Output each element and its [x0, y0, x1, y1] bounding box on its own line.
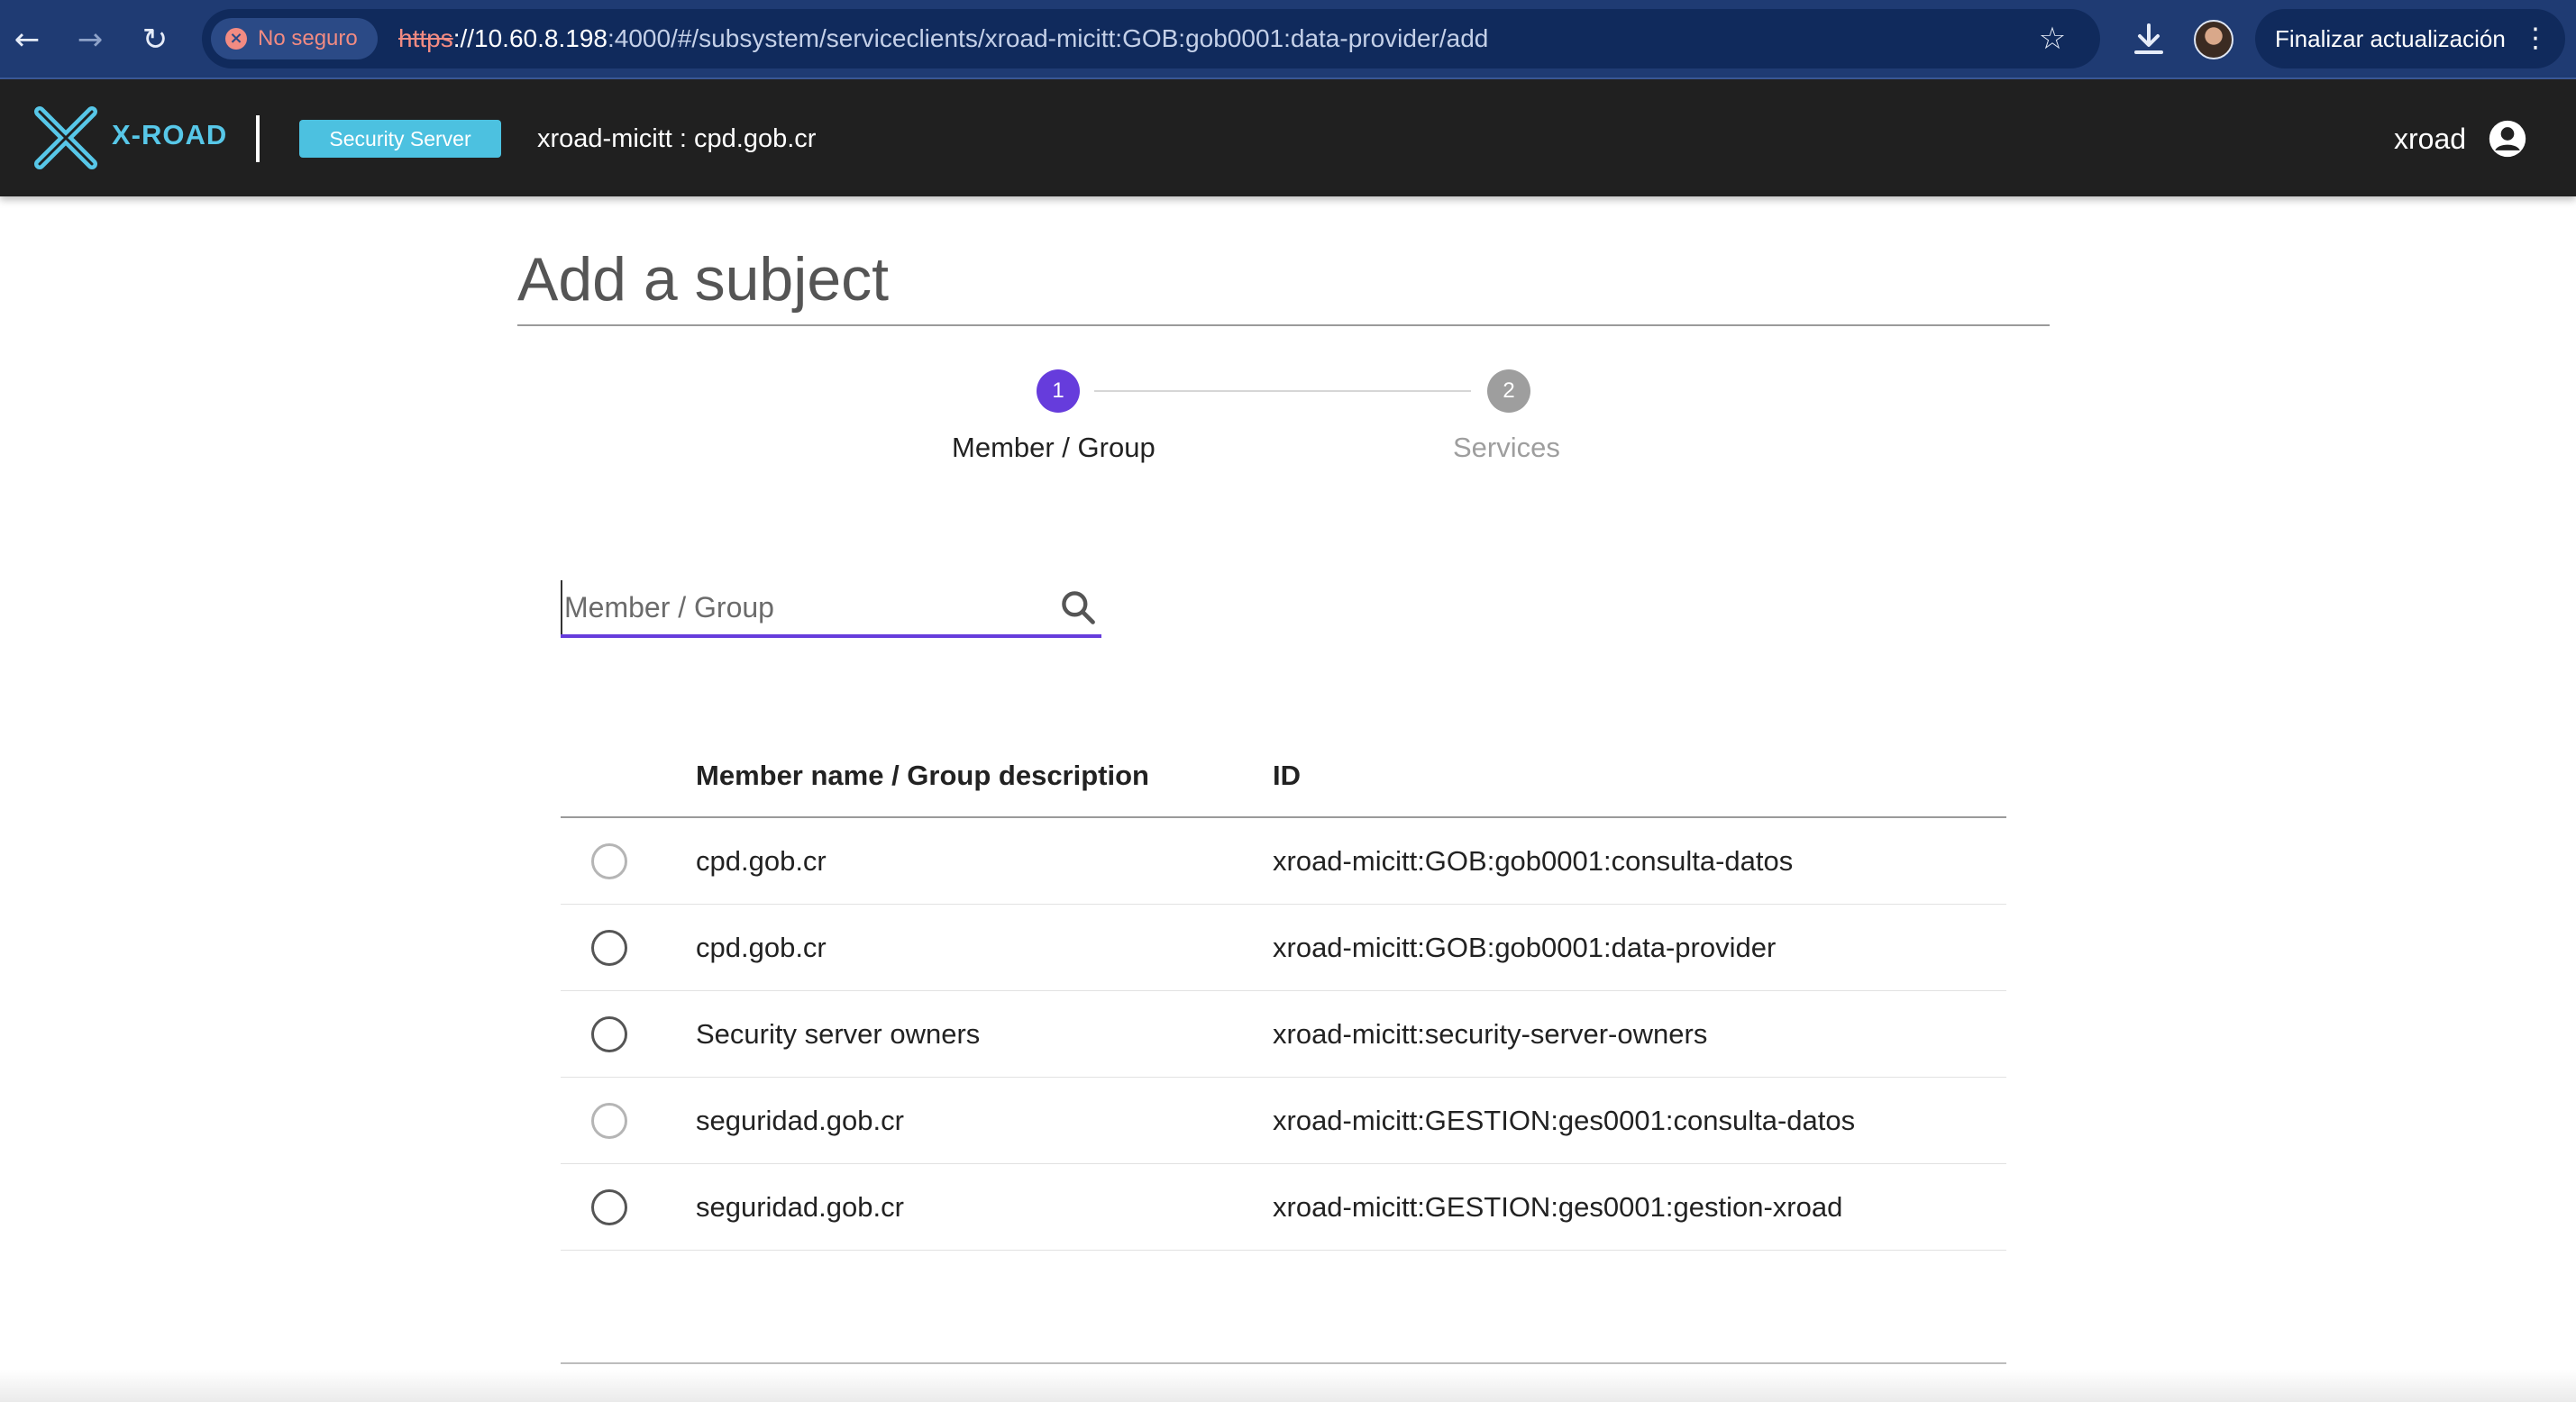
security-server-badge: Security Server	[299, 120, 501, 158]
table-row[interactable]: cpd.gob.cr xroad-micitt:GOB:gob0001:data…	[561, 905, 2006, 991]
header-divider	[256, 115, 260, 162]
url-path: :4000/#/subsystem/serviceclients/xroad-m…	[607, 24, 1489, 52]
update-button-label: Finalizar actualización	[2275, 25, 2506, 52]
logo-text: X-ROAD	[112, 119, 228, 150]
table-row[interactable]: seguridad.gob.cr xroad-micitt:GESTION:ge…	[561, 1164, 2006, 1251]
step-2-label: Services	[1453, 432, 1560, 463]
url-text[interactable]: https://10.60.8.198:4000/#/subsystem/ser…	[398, 9, 1488, 68]
forward-arrow-icon[interactable]: →	[70, 20, 110, 59]
table-row[interactable]: cpd.gob.cr xroad-micitt:GOB:gob0001:cons…	[561, 818, 2006, 905]
row-name: seguridad.gob.cr	[696, 1105, 904, 1136]
step-1-indicator: 1	[1037, 369, 1080, 413]
row-id: xroad-micitt:GESTION:ges0001:gestion-xro…	[1273, 1191, 1843, 1223]
title-divider	[517, 324, 2050, 326]
back-arrow-icon[interactable]: ←	[7, 20, 47, 59]
page-title: Add a subject	[517, 245, 890, 314]
security-chip[interactable]: × No seguro	[211, 18, 378, 59]
menu-dots-icon[interactable]: ⋮	[2522, 9, 2549, 68]
update-button[interactable]: Finalizar actualización ⋮	[2255, 9, 2565, 68]
table-header: Member name / Group description ID	[561, 737, 2006, 818]
row-name: cpd.gob.cr	[696, 845, 827, 877]
app-header: X-ROAD Security Server xroad-micitt : cp…	[0, 79, 2576, 196]
row-id: xroad-micitt:GESTION:ges0001:consulta-da…	[1273, 1105, 1856, 1136]
download-icon[interactable]	[2127, 18, 2170, 61]
browser-toolbar: ← → ↻ × No seguro https://10.60.8.198:40…	[0, 0, 2576, 79]
member-group-search	[561, 580, 1101, 638]
url-host: ://10.60.8.198	[452, 24, 607, 52]
url-scheme: https	[398, 24, 453, 52]
column-header-name: Member name / Group description	[696, 760, 1149, 791]
table-row[interactable]: seguridad.gob.cr xroad-micitt:GESTION:ge…	[561, 1078, 2006, 1164]
xroad-logo-icon	[34, 106, 97, 169]
select-radio[interactable]	[591, 843, 627, 879]
footer-action-bar	[0, 1370, 2576, 1402]
security-label: No seguro	[258, 26, 358, 50]
table-row[interactable]: Security server owners xroad-micitt:secu…	[561, 991, 2006, 1078]
row-name: Security server owners	[696, 1018, 981, 1050]
row-id: xroad-micitt:GOB:gob0001:consulta-datos	[1273, 845, 1794, 877]
members-table: Member name / Group description ID cpd.g…	[561, 737, 2006, 1251]
select-radio[interactable]	[591, 1103, 627, 1139]
search-icon[interactable]	[1058, 587, 1098, 627]
select-radio[interactable]	[591, 930, 627, 966]
row-name: seguridad.gob.cr	[696, 1191, 904, 1223]
step-2-indicator: 2	[1487, 369, 1530, 413]
search-input[interactable]	[561, 580, 1029, 634]
row-id: xroad-micitt:security-server-owners	[1273, 1018, 1708, 1050]
profile-avatar[interactable]	[2194, 20, 2233, 59]
star-icon[interactable]: ☆	[2032, 18, 2073, 59]
reload-icon[interactable]: ↻	[135, 20, 175, 59]
step-1-label: Member / Group	[952, 432, 1156, 463]
not-secure-icon: ×	[225, 28, 247, 50]
row-name: cpd.gob.cr	[696, 932, 827, 963]
footer-divider	[561, 1362, 2006, 1364]
select-radio[interactable]	[591, 1016, 627, 1052]
stepper-connector	[1094, 390, 1471, 392]
server-identifier: xroad-micitt : cpd.gob.cr	[537, 124, 817, 153]
user-menu-name[interactable]: xroad	[2394, 119, 2466, 159]
address-bar[interactable]: × No seguro https://10.60.8.198:4000/#/s…	[202, 9, 2100, 68]
select-radio[interactable]	[591, 1189, 627, 1225]
column-header-id: ID	[1273, 760, 1301, 791]
account-circle-icon[interactable]	[2488, 119, 2527, 159]
row-id: xroad-micitt:GOB:gob0001:data-provider	[1273, 932, 1777, 963]
